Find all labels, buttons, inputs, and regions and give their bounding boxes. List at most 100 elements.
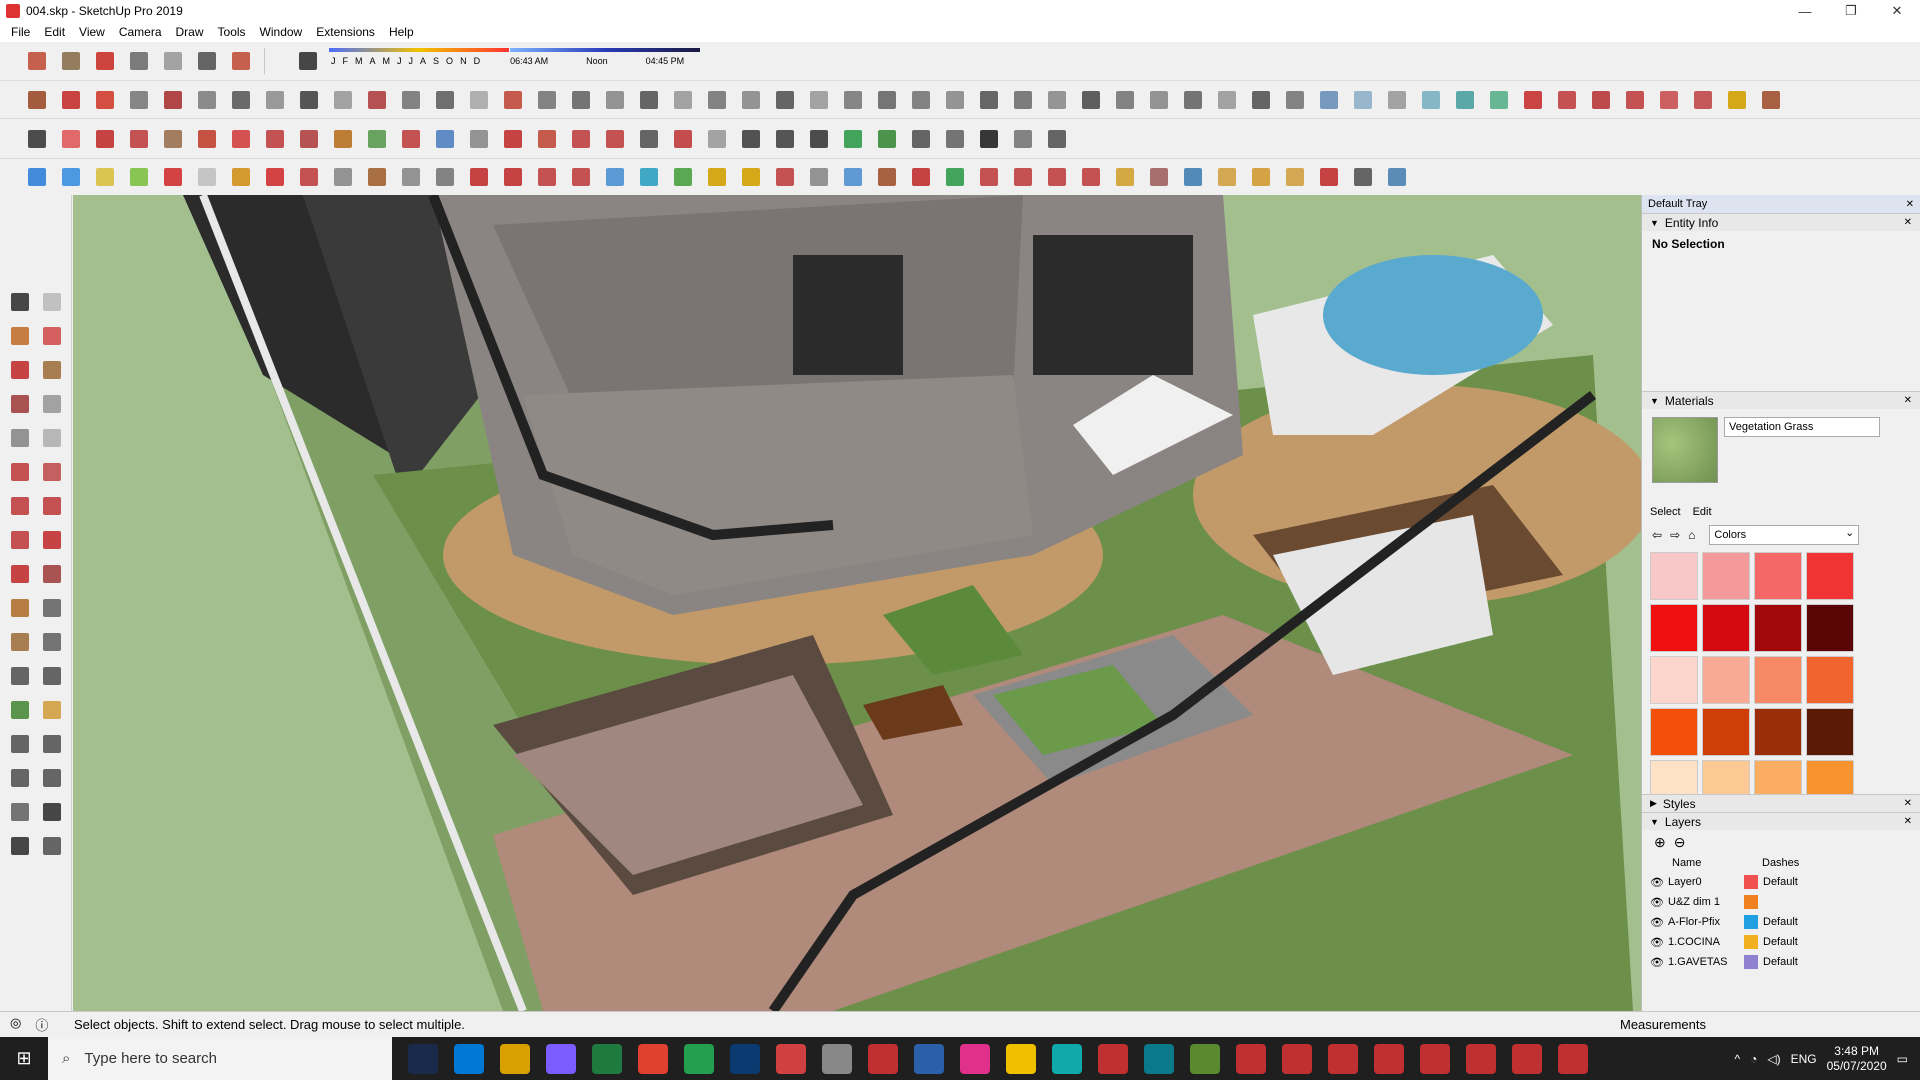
color-swatch[interactable] [1702, 552, 1750, 600]
visibility-eye-icon[interactable]: 👁 [1650, 936, 1668, 949]
taskbar-app-icon[interactable] [822, 1043, 852, 1074]
plugin-tool-icon[interactable] [840, 164, 866, 190]
left-tool-icon[interactable] [39, 357, 65, 383]
extension-tool-icon[interactable] [534, 87, 560, 113]
taskbar-app-icon[interactable] [1466, 1043, 1496, 1074]
extension-tool-icon[interactable] [670, 87, 696, 113]
color-swatch[interactable] [1702, 656, 1750, 704]
menu-view[interactable]: View [72, 25, 112, 39]
left-tool-icon[interactable] [7, 323, 33, 349]
left-tool-icon[interactable] [7, 629, 33, 655]
extension-tool-icon[interactable] [24, 87, 50, 113]
color-swatch[interactable] [1650, 708, 1698, 756]
color-swatch[interactable] [1806, 604, 1854, 652]
color-swatch[interactable] [1806, 760, 1854, 794]
taskbar-app-icon[interactable] [776, 1043, 806, 1074]
plugin-tool-icon[interactable] [772, 164, 798, 190]
extension-tool-icon[interactable] [1112, 87, 1138, 113]
color-swatch[interactable] [1650, 552, 1698, 600]
extension-tool-icon[interactable] [1656, 87, 1682, 113]
view-tool-icon[interactable] [160, 48, 186, 74]
taskbar-search[interactable]: ⌕ Type here to search [48, 1037, 392, 1080]
extension-tool-icon[interactable] [704, 87, 730, 113]
principal-tool-icon[interactable] [568, 126, 594, 152]
left-tool-icon[interactable] [39, 765, 65, 791]
taskbar-app-icon[interactable] [868, 1043, 898, 1074]
extension-tool-icon[interactable] [1690, 87, 1716, 113]
volume-icon[interactable]: ◁) [1767, 1052, 1780, 1066]
principal-tool-icon[interactable] [398, 126, 424, 152]
taskbar-app-icon[interactable] [1006, 1043, 1036, 1074]
menu-help[interactable]: Help [382, 25, 421, 39]
extension-tool-icon[interactable] [364, 87, 390, 113]
extension-tool-icon[interactable] [1282, 87, 1308, 113]
plugin-tool-icon[interactable] [500, 164, 526, 190]
principal-tool-icon[interactable] [806, 126, 832, 152]
view-tool-icon[interactable] [92, 48, 118, 74]
plugin-tool-icon[interactable] [670, 164, 696, 190]
principal-tool-icon[interactable] [58, 126, 84, 152]
info-icon[interactable]: ⓘ [35, 1015, 48, 1034]
clock[interactable]: 3:48 PM 05/07/2020 [1827, 1044, 1887, 1074]
extension-tool-icon[interactable] [806, 87, 832, 113]
view-tool-icon[interactable] [24, 48, 50, 74]
material-library-select[interactable]: Colors [1709, 525, 1860, 545]
plugin-tool-icon[interactable] [330, 164, 356, 190]
materials-header[interactable]: ▼ Materials ✕ [1642, 391, 1920, 409]
layer-dashes[interactable]: Default [1763, 876, 1863, 888]
shadow-month-slider[interactable]: J F M A M J J A S O N D [329, 48, 509, 66]
plugin-tool-icon[interactable] [908, 164, 934, 190]
extension-tool-icon[interactable] [1418, 87, 1444, 113]
current-material-swatch[interactable] [1652, 417, 1718, 483]
plugin-tool-icon[interactable] [194, 164, 220, 190]
notifications-icon[interactable]: ▭ [1897, 1052, 1908, 1066]
principal-tool-icon[interactable] [704, 126, 730, 152]
extension-tool-icon[interactable] [398, 87, 424, 113]
taskbar-app-icon[interactable] [1374, 1043, 1404, 1074]
taskbar-app-icon[interactable] [730, 1043, 760, 1074]
geo-location-icon[interactable]: ◎ [10, 1015, 21, 1034]
tray-close-icon[interactable]: ✕ [1906, 199, 1914, 210]
entity-info-header[interactable]: ▼ Entity Info ✕ [1642, 213, 1920, 231]
taskbar-app-icon[interactable] [1512, 1043, 1542, 1074]
plugin-tool-icon[interactable] [58, 164, 84, 190]
taskbar-app-icon[interactable] [1420, 1043, 1450, 1074]
left-tool-icon[interactable] [39, 833, 65, 859]
plugin-tool-icon[interactable] [636, 164, 662, 190]
left-tool-icon[interactable] [7, 493, 33, 519]
left-tool-icon[interactable] [7, 289, 33, 315]
left-tool-icon[interactable] [39, 697, 65, 723]
layer-row[interactable]: 👁 A-Flor-Pfix Default [1642, 912, 1920, 932]
tab-select[interactable]: Select [1650, 506, 1681, 520]
extension-tool-icon[interactable] [1180, 87, 1206, 113]
panel-close-icon[interactable]: ✕ [1904, 395, 1912, 406]
layer-color-swatch[interactable] [1744, 875, 1758, 889]
left-tool-icon[interactable] [7, 731, 33, 757]
layers-header[interactable]: ▼ Layers ✕ [1642, 812, 1920, 830]
plugin-tool-icon[interactable] [1146, 164, 1172, 190]
left-tool-icon[interactable] [7, 595, 33, 621]
color-swatch[interactable] [1650, 760, 1698, 794]
extension-tool-icon[interactable] [262, 87, 288, 113]
extension-tool-icon[interactable] [58, 87, 84, 113]
menu-extensions[interactable]: Extensions [309, 25, 382, 39]
back-arrow-icon[interactable]: ⇦ [1652, 528, 1662, 542]
principal-tool-icon[interactable] [364, 126, 390, 152]
left-tool-icon[interactable] [39, 289, 65, 315]
left-tool-icon[interactable] [7, 663, 33, 689]
extension-tool-icon[interactable] [466, 87, 492, 113]
principal-tool-icon[interactable] [466, 126, 492, 152]
principal-tool-icon[interactable] [330, 126, 356, 152]
color-swatch[interactable] [1754, 760, 1802, 794]
color-swatch[interactable] [1650, 656, 1698, 704]
principal-tool-icon[interactable] [194, 126, 220, 152]
extension-tool-icon[interactable] [1078, 87, 1104, 113]
extension-tool-icon[interactable] [1350, 87, 1376, 113]
visibility-eye-icon[interactable]: 👁 [1650, 876, 1668, 889]
principal-tool-icon[interactable] [126, 126, 152, 152]
extension-tool-icon[interactable] [738, 87, 764, 113]
view-tool-icon[interactable] [194, 48, 220, 74]
visibility-eye-icon[interactable]: 👁 [1650, 916, 1668, 929]
principal-tool-icon[interactable] [92, 126, 118, 152]
taskbar-app-icon[interactable] [1098, 1043, 1128, 1074]
